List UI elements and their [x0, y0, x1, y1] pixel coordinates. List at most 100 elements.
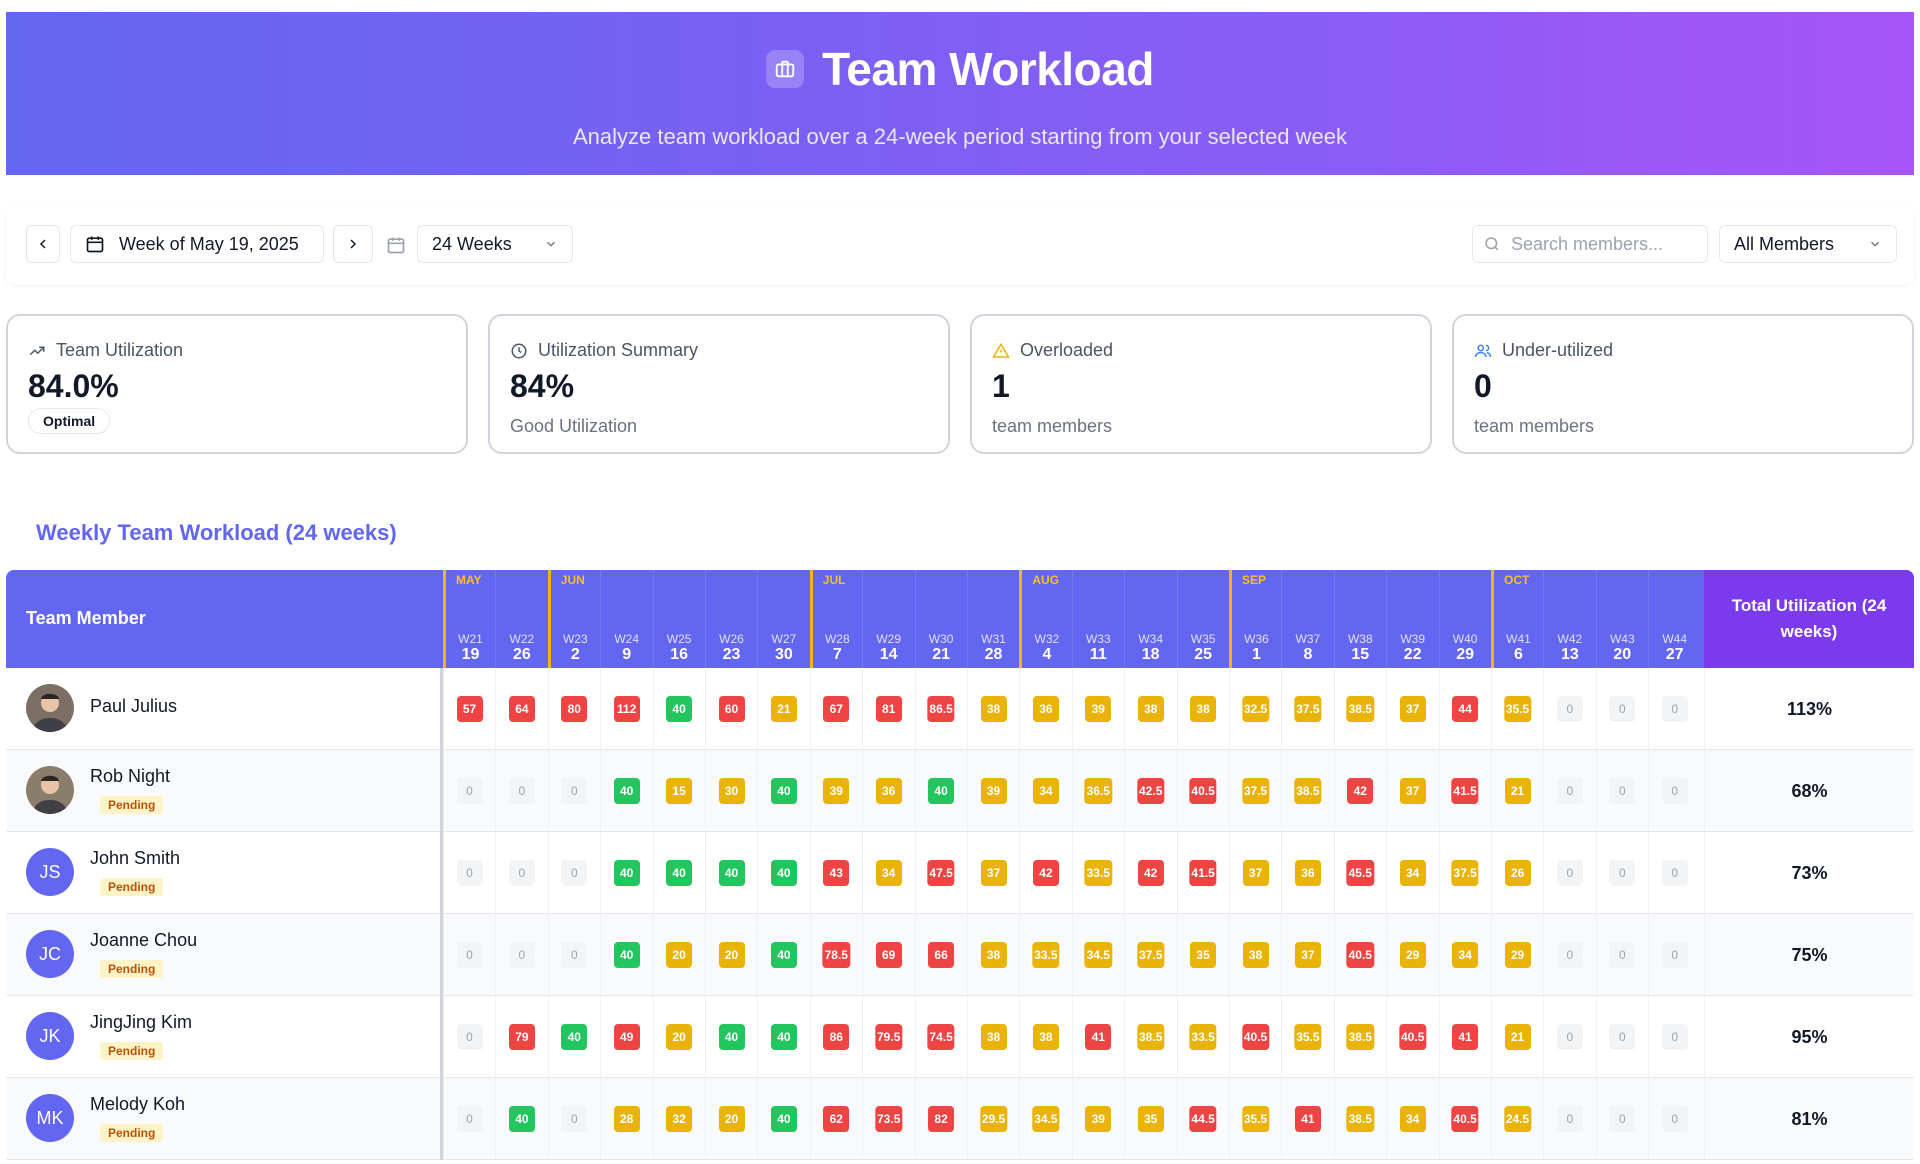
workload-cell[interactable]: 40: [757, 914, 809, 996]
workload-cell[interactable]: 0: [547, 1078, 600, 1160]
workload-cell[interactable]: 36.5: [1071, 750, 1124, 832]
workload-cell[interactable]: 41: [1071, 996, 1124, 1078]
workload-cell[interactable]: 42.5: [1124, 750, 1176, 832]
workload-cell[interactable]: 38.5: [1333, 996, 1386, 1078]
workload-cell[interactable]: 34: [1386, 832, 1438, 914]
workload-cell[interactable]: 21: [1491, 996, 1543, 1078]
workload-cell[interactable]: 112: [600, 668, 652, 750]
workload-cell[interactable]: 29: [1386, 914, 1438, 996]
workload-cell[interactable]: 0: [547, 750, 600, 832]
next-week-button[interactable]: [333, 225, 373, 263]
workload-cell[interactable]: 21: [1491, 750, 1543, 832]
workload-cell[interactable]: 49: [600, 996, 652, 1078]
workload-cell[interactable]: 29.5: [967, 1078, 1019, 1160]
workload-cell[interactable]: 35.5: [1281, 996, 1333, 1078]
workload-cell[interactable]: 43: [809, 832, 862, 914]
workload-cell[interactable]: 40: [600, 832, 652, 914]
workload-cell[interactable]: 40: [495, 1078, 547, 1160]
workload-cell[interactable]: 81: [862, 668, 914, 750]
workload-cell[interactable]: 34.5: [1019, 1078, 1071, 1160]
workload-cell[interactable]: 36: [862, 750, 914, 832]
workload-cell[interactable]: 37: [1386, 668, 1438, 750]
workload-cell[interactable]: 42: [1019, 832, 1071, 914]
table-row[interactable]: Paul Julius 57 64 80 112 40 60 21 67 81 86.5 38 36 39…: [6, 668, 1914, 750]
workload-cell[interactable]: 30: [705, 750, 757, 832]
workload-cell[interactable]: 34.5: [1071, 914, 1124, 996]
workload-cell[interactable]: 40: [652, 832, 705, 914]
workload-cell[interactable]: 38: [1124, 668, 1176, 750]
workload-cell[interactable]: 15: [652, 750, 705, 832]
workload-cell[interactable]: 0: [443, 832, 495, 914]
workload-cell[interactable]: 38: [967, 914, 1019, 996]
workload-cell[interactable]: 29: [1491, 914, 1543, 996]
workload-cell[interactable]: 40: [757, 832, 809, 914]
workload-cell[interactable]: 86.5: [914, 668, 967, 750]
range-select[interactable]: 24 Weeks: [417, 225, 573, 263]
workload-cell[interactable]: 47.5: [914, 832, 967, 914]
workload-cell[interactable]: 42: [1333, 750, 1386, 832]
workload-cell[interactable]: 35: [1124, 1078, 1176, 1160]
workload-cell[interactable]: 44: [1438, 668, 1491, 750]
workload-cell[interactable]: 37.5: [1124, 914, 1176, 996]
workload-cell[interactable]: 0: [1648, 832, 1700, 914]
workload-cell[interactable]: 37.5: [1229, 750, 1281, 832]
workload-cell[interactable]: 0: [1543, 750, 1595, 832]
workload-cell[interactable]: 40: [547, 996, 600, 1078]
workload-cell[interactable]: 64: [495, 668, 547, 750]
workload-cell[interactable]: 41.5: [1438, 750, 1491, 832]
workload-cell[interactable]: 0: [547, 832, 600, 914]
workload-cell[interactable]: 62: [809, 1078, 862, 1160]
search-input[interactable]: Search members...: [1472, 225, 1708, 263]
workload-cell[interactable]: 69: [862, 914, 914, 996]
workload-cell[interactable]: 40: [757, 750, 809, 832]
workload-cell[interactable]: 40.5: [1386, 996, 1438, 1078]
workload-cell[interactable]: 80: [547, 668, 600, 750]
workload-cell[interactable]: 0: [1595, 750, 1648, 832]
workload-cell[interactable]: 0: [1595, 1078, 1648, 1160]
member-filter-select[interactable]: All Members: [1719, 225, 1897, 263]
workload-cell[interactable]: 33.5: [1176, 996, 1229, 1078]
workload-cell[interactable]: 37.5: [1438, 832, 1491, 914]
table-row[interactable]: MK Melody Koh Pending 0 40 0 28 32 20 40 62 73.5 82 2…: [6, 1078, 1914, 1160]
workload-cell[interactable]: 38.5: [1124, 996, 1176, 1078]
workload-cell[interactable]: 0: [495, 750, 547, 832]
workload-cell[interactable]: 34: [862, 832, 914, 914]
workload-cell[interactable]: 40: [652, 668, 705, 750]
workload-cell[interactable]: 0: [1543, 832, 1595, 914]
workload-cell[interactable]: 0: [1595, 996, 1648, 1078]
table-row[interactable]: JC Joanne Chou Pending 0 0 0 40 20 20 40 78.5 69 66 3…: [6, 914, 1914, 996]
workload-cell[interactable]: 41: [1438, 996, 1491, 1078]
workload-cell[interactable]: 39: [1071, 668, 1124, 750]
workload-cell[interactable]: 39: [1071, 1078, 1124, 1160]
workload-cell[interactable]: 0: [547, 914, 600, 996]
workload-cell[interactable]: 0: [443, 1078, 495, 1160]
workload-cell[interactable]: 20: [705, 1078, 757, 1160]
workload-cell[interactable]: 0: [1595, 914, 1648, 996]
workload-cell[interactable]: 86: [809, 996, 862, 1078]
workload-cell[interactable]: 40: [600, 914, 652, 996]
table-row[interactable]: JS John Smith Pending 0 0 0 40 40 40 40 43 34 47.5 37…: [6, 832, 1914, 914]
workload-cell[interactable]: 38.5: [1333, 1078, 1386, 1160]
workload-cell[interactable]: 38.5: [1333, 668, 1386, 750]
workload-cell[interactable]: 35.5: [1229, 1078, 1281, 1160]
workload-cell[interactable]: 38: [1176, 668, 1229, 750]
workload-cell[interactable]: 21: [757, 668, 809, 750]
workload-cell[interactable]: 40.5: [1438, 1078, 1491, 1160]
workload-cell[interactable]: 60: [705, 668, 757, 750]
workload-cell[interactable]: 44.5: [1176, 1078, 1229, 1160]
workload-cell[interactable]: 0: [1543, 996, 1595, 1078]
workload-cell[interactable]: 26: [1491, 832, 1543, 914]
workload-cell[interactable]: 0: [495, 914, 547, 996]
workload-cell[interactable]: 37.5: [1281, 668, 1333, 750]
workload-cell[interactable]: 37: [1281, 914, 1333, 996]
workload-cell[interactable]: 38.5: [1281, 750, 1333, 832]
workload-cell[interactable]: 0: [1648, 668, 1700, 750]
workload-cell[interactable]: 66: [914, 914, 967, 996]
workload-cell[interactable]: 42: [1124, 832, 1176, 914]
workload-cell[interactable]: 79.5: [862, 996, 914, 1078]
workload-cell[interactable]: 74.5: [914, 996, 967, 1078]
week-picker[interactable]: Week of May 19, 2025: [70, 225, 324, 263]
workload-cell[interactable]: 40: [705, 996, 757, 1078]
workload-cell[interactable]: 32.5: [1229, 668, 1281, 750]
workload-cell[interactable]: 34: [1438, 914, 1491, 996]
